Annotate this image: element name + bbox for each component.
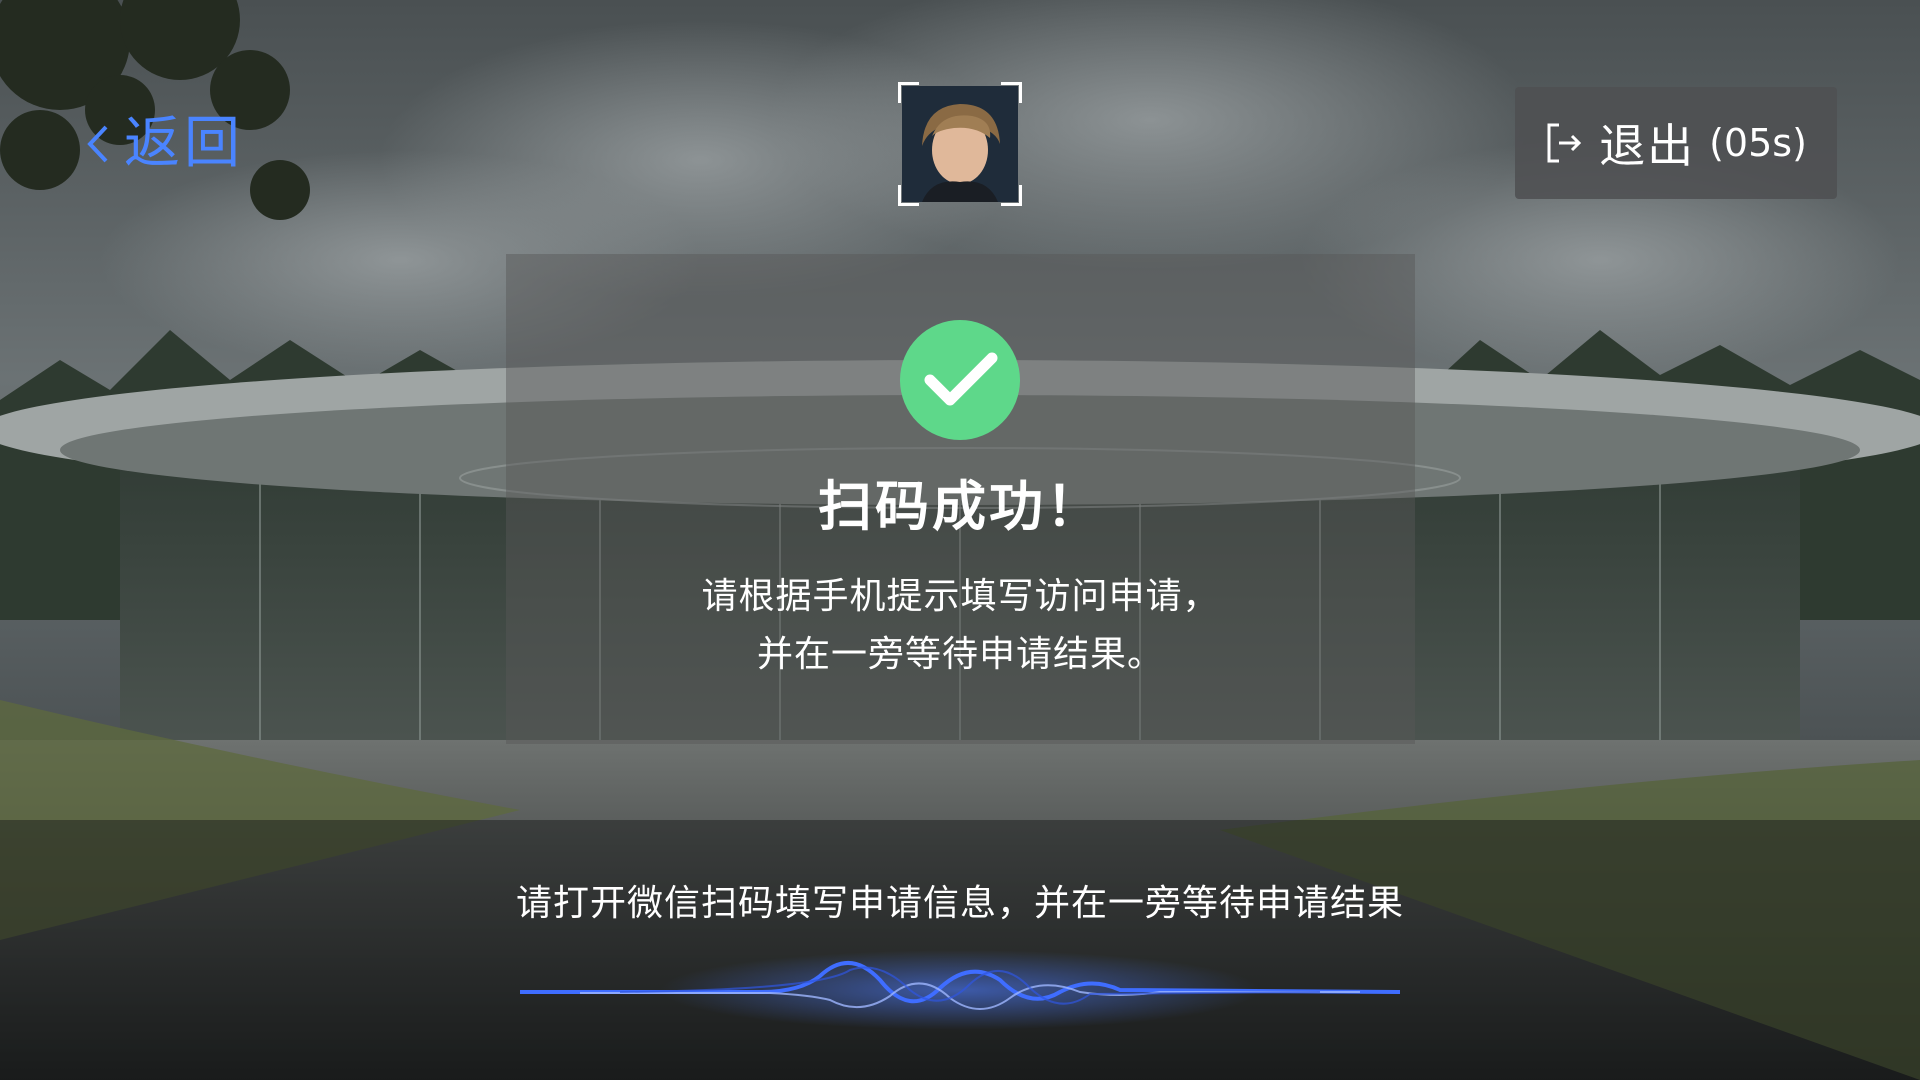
message-line: 并在一旁等待申请结果。 — [756, 634, 1164, 675]
back-label: 返回 — [124, 111, 244, 176]
back-button[interactable]: 返回 — [80, 108, 244, 180]
scan-corner — [898, 82, 919, 103]
success-title: 扫码成功！ — [818, 475, 1103, 538]
exit-button[interactable]: 退出 (05s) — [1515, 87, 1837, 199]
success-message: 请根据手机提示填写访问申请， 并在一旁等待申请结果。 — [506, 568, 1415, 684]
exit-countdown: (05s) — [1709, 121, 1807, 165]
scan-corner — [1001, 185, 1022, 206]
bottom-tip: 请打开微信扫码填写申请信息，并在一旁等待申请结果 — [515, 883, 1404, 924]
scan-corner — [1001, 82, 1022, 103]
voice-wave-icon — [520, 950, 1400, 1030]
user-avatar — [898, 82, 1022, 206]
exit-label: 退出 — [1599, 119, 1696, 173]
logout-icon — [1547, 123, 1582, 163]
scan-corner — [898, 185, 919, 206]
chevron-left-icon — [87, 125, 108, 163]
check-circle-icon — [900, 320, 1020, 440]
message-line: 请根据手机提示填写访问申请， — [701, 576, 1220, 617]
